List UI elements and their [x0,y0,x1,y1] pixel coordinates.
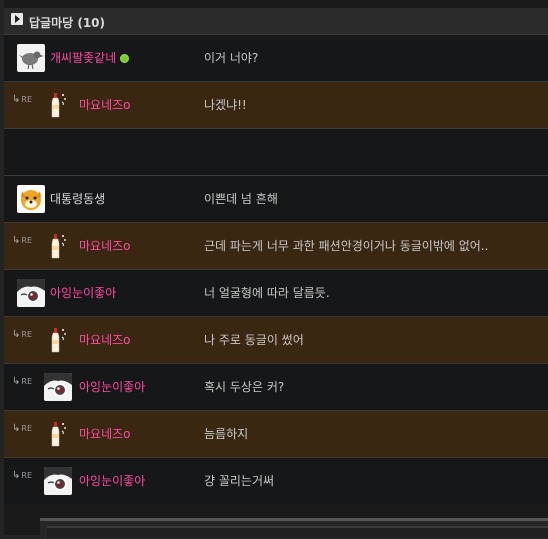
comment-section-header[interactable]: 답글마당 (10) [4,8,548,36]
author-nickname[interactable]: 마요네즈o [79,331,131,348]
mayo-bottle-avatar-icon[interactable] [44,91,72,119]
comment-text: 나 주로 동글이 썼어 [204,333,304,347]
author-nickname-text[interactable]: 개씨팔좆같네 [50,51,116,65]
reply-arrow-icon: RE [12,423,32,434]
reply-arrow-icon: RE [12,235,32,246]
author-nickname-text[interactable]: 대통령동생 [50,192,105,206]
author-nickname-text[interactable]: 마요네즈o [79,98,131,112]
reply-row: RE 아잉눈이좋아 걍 꼴리는거써 [4,457,548,504]
reply-row: RE 마요네즈o 나 주로 동글이 썼어 [4,316,548,363]
author-nickname[interactable]: 아잉눈이좋아 [79,472,145,489]
comment-list: 개씨팔좆같네 이거 너야? RE 마요네즈o 나겠냐!! 대통령동생 이쁜데 넘 흔해 RE 마… [4,34,548,504]
author-nickname-text[interactable]: 아잉눈이좋아 [50,286,116,300]
reply-arrow-icon: RE [12,376,32,387]
expand-arrow-icon[interactable] [11,13,23,25]
bird-avatar-icon[interactable] [17,44,45,72]
author-nickname-text[interactable]: 아잉눈이좋아 [79,474,145,488]
author-nickname[interactable]: 마요네즈o [79,425,131,442]
anime-face-avatar-icon[interactable] [44,467,72,495]
comment-text: 이쁜데 넘 흔해 [204,192,278,206]
comment-text: 늠름하지 [204,427,249,441]
empty-row [4,128,548,175]
comment-section-title: 답글마당 (10) [29,16,106,30]
anime-face-avatar-icon[interactable] [17,279,45,307]
reply-row: RE 마요네즈o 나겠냐!! [4,81,548,128]
author-nickname[interactable]: 아잉눈이좋아 [50,284,116,301]
comment-row: 아잉눈이좋아 너 얼굴형에 따라 달름듯. [4,269,548,316]
reply-row: RE 아잉눈이좋아 혹시 두상은 커? [4,363,548,410]
reply-row: RE 마요네즈o 늠름하지 [4,410,548,457]
author-nickname[interactable]: 마요네즈o [79,237,131,254]
mayo-bottle-avatar-icon[interactable] [44,326,72,354]
author-nickname-text[interactable]: 마요네즈o [79,427,131,441]
reply-row: RE 마요네즈o 근데 파는게 너무 과한 패션안경이거나 동글이밖에 없어.. [4,222,548,269]
author-nickname[interactable]: 마요네즈o [79,96,131,113]
author-nickname-text[interactable]: 마요네즈o [79,239,131,253]
author-nickname[interactable]: 개씨팔좆같네 [50,49,130,66]
comment-text: 혹시 두상은 커? [204,380,285,394]
reply-arrow-icon: RE [12,94,32,105]
author-nickname-text[interactable]: 마요네즈o [79,333,131,347]
author-nickname[interactable]: 아잉눈이좋아 [79,378,145,395]
comment-row: 대통령동생 이쁜데 넘 흔해 [4,175,548,222]
author-nickname-text[interactable]: 아잉눈이좋아 [79,380,145,394]
comment-text: 이거 너야? [204,51,259,65]
reply-arrow-icon: RE [12,470,32,481]
online-status-icon [120,54,130,63]
comment-text: 나겠냐!! [204,98,247,112]
reply-input-field[interactable] [47,526,548,538]
comment-row: 개씨팔좆같네 이거 너야? [4,34,548,81]
mayo-bottle-avatar-icon[interactable] [44,232,72,260]
reply-arrow-icon: RE [12,329,32,340]
author-nickname[interactable]: 대통령동생 [50,190,105,207]
dog-face-avatar-icon[interactable] [17,185,45,213]
comment-text: 근데 파는게 너무 과한 패션안경이거나 동글이밖에 없어.. [204,239,489,253]
comment-text: 너 얼굴형에 따라 달름듯. [204,286,330,300]
comment-text: 걍 꼴리는거써 [204,474,275,488]
anime-face-avatar-icon[interactable] [44,373,72,401]
mayo-bottle-avatar-icon[interactable] [44,420,72,448]
